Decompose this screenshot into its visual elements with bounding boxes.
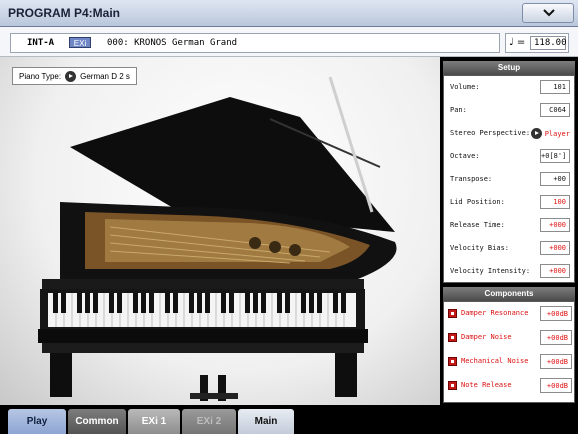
release-field[interactable]: +000 xyxy=(540,218,570,232)
tempo-field[interactable]: 118.00 xyxy=(530,36,567,50)
tempo-symbol: ♩ = xyxy=(509,37,526,48)
page-title: PROGRAM P4:Main xyxy=(8,6,121,20)
components-header: Components xyxy=(443,287,575,301)
tab-exi-1[interactable]: EXi 1 xyxy=(128,409,180,434)
release-row: Release Time: +000 xyxy=(450,218,570,234)
component-field[interactable]: +00dB xyxy=(540,378,572,393)
program-name: 000: KRONOS German Grand xyxy=(107,38,238,48)
transpose-row: Transpose: +00 xyxy=(450,172,570,188)
program-select[interactable]: INT-A EXi 000: KRONOS German Grand xyxy=(10,33,500,53)
components-section: Damper Resonance +00dB Damper Noise +00d… xyxy=(443,301,575,403)
volume-row: Volume: 101 xyxy=(450,80,570,96)
octave-field[interactable]: +0[8'] xyxy=(540,149,570,163)
main-stage: Piano Type: German D 2 s Setup Volume: 1… xyxy=(0,57,578,405)
component-label: Note Release xyxy=(461,381,512,389)
transpose-field[interactable]: +00 xyxy=(540,172,570,186)
velocity-bias-label: Velocity Bias: xyxy=(450,244,510,252)
pan-field[interactable]: C064 xyxy=(540,103,570,117)
stereo-value: Player xyxy=(544,129,570,138)
piano-type-select[interactable]: Piano Type: German D 2 s xyxy=(12,67,137,85)
program-info-bar: INT-A EXi 000: KRONOS German Grand ♩ = 1… xyxy=(0,27,578,57)
component-label: Damper Noise xyxy=(461,333,512,341)
piano-image: Piano Type: German D 2 s xyxy=(0,57,440,405)
bank-label: INT-A xyxy=(27,38,55,48)
pan-row: Pan: C064 xyxy=(450,103,570,119)
component-row: Damper Noise +00dB xyxy=(448,329,572,347)
checkbox-icon[interactable] xyxy=(448,381,457,390)
piano-type-value: German D 2 s xyxy=(80,71,130,81)
volume-field[interactable]: 101 xyxy=(540,80,570,94)
page-tab-bar: Play Common EXi 1 EXi 2 Main xyxy=(0,405,578,434)
stereo-label: Stereo Perspective: xyxy=(450,129,531,137)
velocity-intensity-field[interactable]: +000 xyxy=(540,264,570,278)
component-label: Mechanical Noise xyxy=(461,357,529,365)
tab-main[interactable]: Main xyxy=(238,409,294,434)
piano-type-label: Piano Type: xyxy=(19,71,62,81)
checkbox-icon[interactable] xyxy=(448,309,457,318)
tab-exi-2[interactable]: EXi 2 xyxy=(182,409,236,434)
tab-play[interactable]: Play xyxy=(8,409,66,434)
component-field[interactable]: +00dB xyxy=(540,330,572,345)
setup-header: Setup xyxy=(443,61,575,75)
pan-label: Pan: xyxy=(450,106,467,114)
title-bar: PROGRAM P4:Main xyxy=(0,0,578,27)
tab-common[interactable]: Common xyxy=(68,409,126,434)
page-menu-button[interactable] xyxy=(522,3,574,23)
velocity-intensity-row: Velocity Intensity: +000 xyxy=(450,264,570,280)
velocity-bias-field[interactable]: +000 xyxy=(540,241,570,255)
octave-label: Octave: xyxy=(450,152,480,160)
component-label: Damper Resonance xyxy=(461,309,529,317)
velocity-intensity-label: Velocity Intensity: xyxy=(450,267,531,275)
circle-arrow-icon xyxy=(530,128,542,139)
lid-label: Lid Position: xyxy=(450,198,505,206)
lid-field[interactable]: 100 xyxy=(540,195,570,209)
component-row: Mechanical Noise +00dB xyxy=(448,353,572,371)
chevron-down-icon xyxy=(543,9,555,17)
component-field[interactable]: +00dB xyxy=(540,354,572,369)
release-label: Release Time: xyxy=(450,221,505,229)
engine-tag: EXi xyxy=(69,37,91,48)
stereo-select[interactable]: Player xyxy=(530,128,570,139)
octave-row: Octave: +0[8'] xyxy=(450,149,570,165)
grand-piano-graphic xyxy=(38,76,397,401)
transpose-label: Transpose: xyxy=(450,175,493,183)
parameter-panel: Setup Volume: 101 Pan: C064 Stereo Persp… xyxy=(443,61,575,403)
tempo-control: ♩ = 118.00 xyxy=(505,33,569,53)
circle-arrow-icon xyxy=(65,70,77,82)
component-row: Damper Resonance +00dB xyxy=(448,305,572,323)
volume-label: Volume: xyxy=(450,83,480,91)
checkbox-icon[interactable] xyxy=(448,357,457,366)
lid-row: Lid Position: 100 xyxy=(450,195,570,211)
component-row: Note Release +00dB xyxy=(448,377,572,395)
setup-section: Volume: 101 Pan: C064 Stereo Perspective… xyxy=(443,75,575,283)
stereo-row: Stereo Perspective: Player xyxy=(450,126,570,142)
component-field[interactable]: +00dB xyxy=(540,306,572,321)
checkbox-icon[interactable] xyxy=(448,333,457,342)
velocity-bias-row: Velocity Bias: +000 xyxy=(450,241,570,257)
